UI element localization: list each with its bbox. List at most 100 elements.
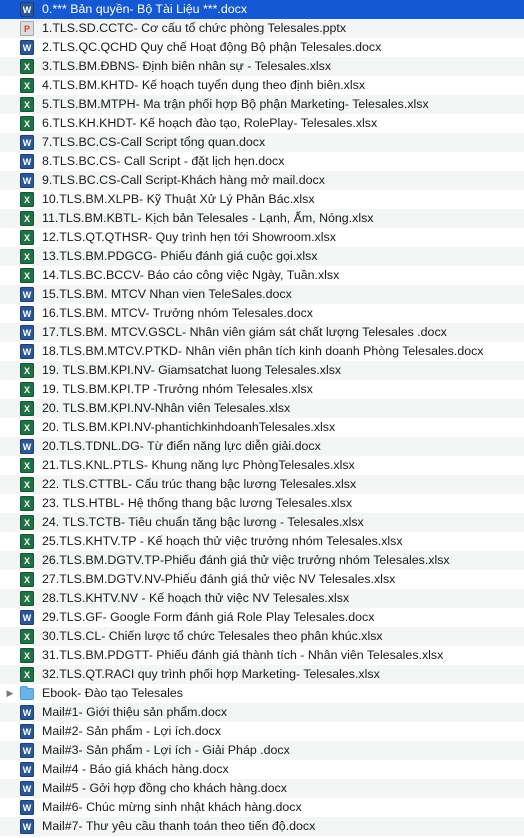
file-row[interactable]: X 19. TLS.BM.KPI.TP -Trưởng nhóm Telesale… (0, 380, 524, 399)
file-name: 17.TLS.BM. MTCV.GSCL- Nhân viên giám sát… (42, 325, 447, 339)
file-name: 23. TLS.HTBL- Hệ thống thang bậc lương T… (42, 496, 353, 510)
word-doc-icon: W (20, 2, 34, 17)
word-doc-icon: W (20, 724, 34, 739)
excel-sheet-icon: X (20, 230, 34, 245)
file-name: 8.TLS.BC.CS- Call Script - đặt lịch hẹn.… (42, 154, 285, 168)
file-name: 9.TLS.BC.CS-Call Script-Khách hàng mở ma… (42, 173, 325, 187)
file-row[interactable]: X 31.TLS.BM.PDGTT- Phiếu đánh giá thành t… (0, 646, 524, 665)
file-row[interactable]: W Mail#6- Chúc mừng sinh nhật khách hàng.… (0, 798, 524, 817)
word-doc-icon: W (20, 439, 34, 454)
file-name: 30.TLS.CL- Chiến lược tổ chức Telesales … (42, 629, 383, 643)
file-row[interactable]: X 25.TLS.KHTV.TP - Kế hoạch thử việc trưở… (0, 532, 524, 551)
disclosure-triangle-icon[interactable]: ▶ (4, 684, 16, 703)
file-name: 14.TLS.BC.BCCV- Báo cáo công việc Ngày, … (42, 268, 340, 282)
file-row[interactable]: W 7.TLS.BC.CS-Call Script tổng quan.docx (0, 133, 524, 152)
file-row[interactable]: X 4.TLS.BM.KHTD- Kế hoạch tuyển dụng theo… (0, 76, 524, 95)
word-doc-icon: W (20, 325, 34, 340)
file-name: 21.TLS.KNL.PTLS- Khung năng lực PhòngTel… (42, 458, 355, 472)
file-row[interactable]: X 20. TLS.BM.KPI.NV-phantichkinhdoanhTele… (0, 418, 524, 437)
word-doc-icon: W (20, 344, 34, 359)
excel-sheet-icon: X (20, 477, 34, 492)
excel-sheet-icon: X (20, 249, 34, 264)
file-row[interactable]: W 9.TLS.BC.CS-Call Script-Khách hàng mở m… (0, 171, 524, 190)
word-doc-icon: W (20, 781, 34, 796)
file-row[interactable]: X 11.TLS.BM.KBTL- Kịch bản Telesales - Lạ… (0, 209, 524, 228)
file-name: 24. TLS.TCTB- Tiêu chuẩn tăng bậc lương … (42, 515, 364, 529)
file-name: 13.TLS.BM.PDGCG- Phiếu đánh giá cuộc gọi… (42, 249, 318, 263)
file-row[interactable]: W 29.TLS.GF- Google Form đánh giá Role Pl… (0, 608, 524, 627)
excel-sheet-icon: X (20, 420, 34, 435)
word-doc-icon: W (20, 705, 34, 720)
excel-sheet-icon: X (20, 629, 34, 644)
file-row[interactable]: X 32.TLS.QT.RACI quy trình phối hợp Marke… (0, 665, 524, 684)
file-name: Mail#1- Giới thiệu sản phẩm.docx (42, 705, 228, 719)
excel-sheet-icon: X (20, 553, 34, 568)
file-row[interactable]: W 18.TLS.BM.MTCV.PTKD- Nhân viên phân tíc… (0, 342, 524, 361)
folder-icon (20, 686, 34, 700)
file-row[interactable]: X 12.TLS.QT.QTHSR- Quy trình hẹn tới Show… (0, 228, 524, 247)
file-row[interactable]: X 10.TLS.BM.XLPB- Kỹ Thuật Xử Lý Phản Bác… (0, 190, 524, 209)
file-name: 11.TLS.BM.KBTL- Kịch bản Telesales - Lạn… (42, 211, 374, 225)
file-name: 5.TLS.BM.MTPH- Ma trận phối hợp Bộ phận … (42, 97, 429, 111)
file-row[interactable]: X 13.TLS.BM.PDGCG- Phiếu đánh giá cuộc gọ… (0, 247, 524, 266)
file-name: 31.TLS.BM.PDGTT- Phiếu đánh giá thành tí… (42, 648, 444, 662)
file-row[interactable]: X 14.TLS.BC.BCCV- Báo cáo công việc Ngày,… (0, 266, 524, 285)
excel-sheet-icon: X (20, 534, 34, 549)
file-row[interactable]: X 23. TLS.HTBL- Hệ thống thang bậc lương … (0, 494, 524, 513)
file-row[interactable]: W Mail#3- Sản phẩm - Lợi ích - Giải Pháp … (0, 741, 524, 760)
file-row[interactable]: X 22. TLS.CTTBL- Cấu trúc thang bậc lương… (0, 475, 524, 494)
file-name: 20.TLS.TDNL.DG- Từ điển năng lực diễn gi… (42, 439, 321, 453)
file-row[interactable]: X 21.TLS.KNL.PTLS- Khung năng lực PhòngTe… (0, 456, 524, 475)
excel-sheet-icon: X (20, 363, 34, 378)
file-row[interactable]: W Mail#1- Giới thiệu sản phẩm.docx (0, 703, 524, 722)
word-doc-icon: W (20, 173, 34, 188)
file-name: 1.TLS.SD.CCTC- Cơ cấu tổ chức phòng Tele… (42, 21, 347, 35)
file-name: 28.TLS.KHTV.NV - Kế hoạch thử việc NV Te… (42, 591, 350, 605)
file-name: 19. TLS.BM.KPI.NV- Giamsatchat luong Tel… (42, 363, 342, 377)
file-row[interactable]: W 0.*** Bản quyền- Bộ Tài Liệu ***.docx (0, 0, 524, 19)
file-row[interactable]: X 27.TLS.BM.DGTV.NV-Phiếu đánh giá thử vi… (0, 570, 524, 589)
file-row[interactable]: X 19. TLS.BM.KPI.NV- Giamsatchat luong Te… (0, 361, 524, 380)
file-row[interactable]: W 8.TLS.BC.CS- Call Script - đặt lịch hẹn… (0, 152, 524, 171)
file-name: 16.TLS.BM. MTCV- Trưởng nhóm Telesales.d… (42, 306, 313, 320)
excel-sheet-icon: X (20, 192, 34, 207)
file-row[interactable]: W Mail#2- Sản phẩm - Lợi ích.docx (0, 722, 524, 741)
file-name: 20. TLS.BM.KPI.NV-phantichkinhdoanhTeles… (42, 420, 336, 434)
file-name: 7.TLS.BC.CS-Call Script tổng quan.docx (42, 135, 266, 149)
file-row[interactable]: W 2.TLS.QC.QCHD Quy chế Hoạt động Bộ phận… (0, 38, 524, 57)
excel-sheet-icon: X (20, 458, 34, 473)
folder-row[interactable]: ▶ Ebook- Đào tạo Telesales (0, 684, 524, 703)
file-row[interactable]: W 17.TLS.BM. MTCV.GSCL- Nhân viên giám sá… (0, 323, 524, 342)
excel-sheet-icon: X (20, 572, 34, 587)
file-row[interactable]: X 3.TLS.BM.ĐBNS- Định biên nhân sự - Tele… (0, 57, 524, 76)
file-row[interactable]: P 1.TLS.SD.CCTC- Cơ cấu tổ chức phòng Tel… (0, 19, 524, 38)
file-name: Mail#7- Thư yêu cầu thanh toán theo tiến… (42, 819, 316, 833)
excel-sheet-icon: X (20, 496, 34, 511)
file-row[interactable]: X 20. TLS.BM.KPI.NV-Nhân viên Telesales.x… (0, 399, 524, 418)
file-row[interactable]: X 24. TLS.TCTB- Tiêu chuẩn tăng bậc lương… (0, 513, 524, 532)
file-name: Ebook- Đào tạo Telesales (42, 686, 183, 700)
word-doc-icon: W (20, 800, 34, 815)
word-doc-icon: W (20, 135, 34, 150)
file-name: 25.TLS.KHTV.TP - Kế hoạch thử việc trưởn… (42, 534, 403, 548)
file-row[interactable]: X 26.TLS.BM.DGTV.TP-Phiếu đánh giá thử vi… (0, 551, 524, 570)
file-row[interactable]: X 28.TLS.KHTV.NV - Kế hoạch thử việc NV T… (0, 589, 524, 608)
file-name: 3.TLS.BM.ĐBNS- Định biên nhân sự - Teles… (42, 59, 332, 73)
file-row[interactable]: W Mail#5 - Gởi hợp đồng cho khách hàng.do… (0, 779, 524, 798)
excel-sheet-icon: X (20, 515, 34, 530)
file-row[interactable]: X 6.TLS.KH.KHDT- Kế hoạch đào tạo, RolePl… (0, 114, 524, 133)
file-row[interactable]: W Mail#7- Thư yêu cầu thanh toán theo tiế… (0, 817, 524, 836)
excel-sheet-icon: X (20, 97, 34, 112)
word-doc-icon: W (20, 287, 34, 302)
file-row[interactable]: X 30.TLS.CL- Chiến lược tổ chức Telesales… (0, 627, 524, 646)
excel-sheet-icon: X (20, 59, 34, 74)
file-row[interactable]: W Mail#4 - Báo giá khách hàng.docx (0, 760, 524, 779)
file-row[interactable]: W 20.TLS.TDNL.DG- Từ điển năng lực diễn g… (0, 437, 524, 456)
excel-sheet-icon: X (20, 382, 34, 397)
excel-sheet-icon: X (20, 648, 34, 663)
excel-sheet-icon: X (20, 268, 34, 283)
file-name: 19. TLS.BM.KPI.TP -Trưởng nhóm Telesales… (42, 382, 313, 396)
file-row[interactable]: W 15.TLS.BM. MTCV Nhan vien TeleSales.doc… (0, 285, 524, 304)
file-row[interactable]: W 16.TLS.BM. MTCV- Trưởng nhóm Telesales.… (0, 304, 524, 323)
file-row[interactable]: X 5.TLS.BM.MTPH- Ma trận phối hợp Bộ phận… (0, 95, 524, 114)
